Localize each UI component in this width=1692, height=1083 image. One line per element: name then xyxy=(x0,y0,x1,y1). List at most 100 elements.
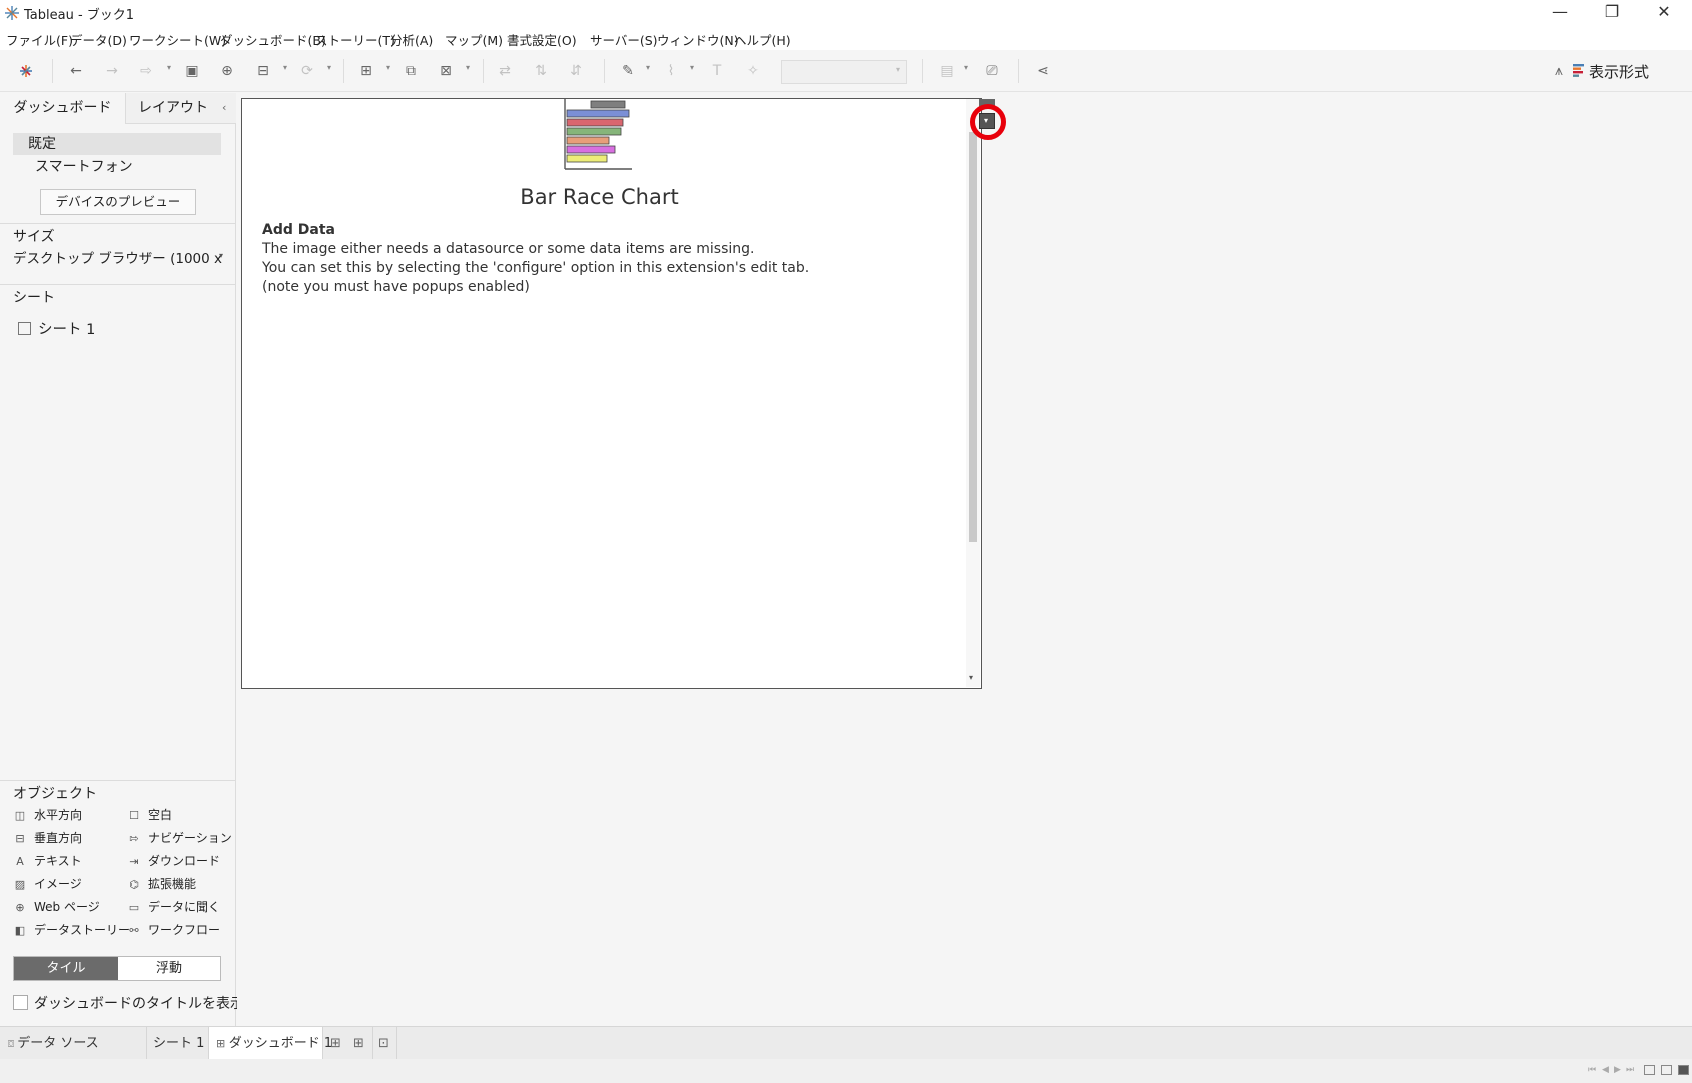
scroll-down-icon[interactable]: ▾ xyxy=(969,673,973,682)
floating-button[interactable]: 浮動 xyxy=(118,957,220,980)
extension-scrollbar[interactable]: ▾ xyxy=(966,99,980,687)
redo-icon[interactable]: → xyxy=(103,62,121,80)
message-line: You can set this by selecting the 'confi… xyxy=(262,260,810,276)
blank-icon: ☐ xyxy=(129,809,139,822)
last-sheet-icon[interactable]: ⏭ xyxy=(1626,1065,1634,1075)
tableau-home-icon[interactable] xyxy=(17,62,35,80)
new-dashboard-tab-icon[interactable]: ⊞ xyxy=(353,1027,364,1060)
new-datasource-icon[interactable]: ⊕ xyxy=(218,62,236,80)
object-text[interactable]: A テキスト xyxy=(14,852,81,869)
tab-data-source[interactable]: ⌼ データ ソース xyxy=(8,1027,146,1060)
sort-ascending-icon[interactable]: ⇅ xyxy=(532,62,550,80)
swap-icon[interactable]: ⇄ xyxy=(496,62,514,80)
restore-button[interactable]: ❐ xyxy=(1586,0,1638,26)
menu-server[interactable]: サーバー(S) xyxy=(590,30,658,49)
device-default[interactable]: 既定 xyxy=(13,133,221,155)
highlight-icon[interactable]: ✎ xyxy=(619,62,637,80)
group-icon[interactable]: ⌇ xyxy=(662,62,680,80)
tab-separator xyxy=(146,1027,147,1060)
menu-help[interactable]: ヘルプ(H) xyxy=(734,30,791,49)
object-workflow[interactable]: ⚯ ワークフロー xyxy=(128,921,220,938)
tab-dashboard[interactable]: ダッシュボード xyxy=(0,93,126,124)
menu-story[interactable]: ストーリー(T) xyxy=(315,30,395,49)
sort-descending-icon[interactable]: ⇵ xyxy=(567,62,585,80)
replay-caret-icon[interactable]: ▾ xyxy=(167,63,171,72)
new-worksheet-icon[interactable]: ⊞ xyxy=(357,62,375,80)
show-title-checkbox[interactable]: ダッシュボードのタイトルを表示 xyxy=(13,993,244,1013)
sheet-item-label: シート 1 xyxy=(38,322,96,338)
first-sheet-icon[interactable]: ⏮ xyxy=(1588,1065,1596,1075)
object-navigation[interactable]: ⇰ ナビゲーション xyxy=(128,829,231,846)
sheets-title: シート xyxy=(13,290,55,306)
tab-layout[interactable]: レイアウト xyxy=(126,93,236,124)
menu-worksheet[interactable]: ワークシート(W) xyxy=(129,30,226,49)
show-sheet-sorter-icon[interactable] xyxy=(1678,1065,1689,1075)
object-ask-data[interactable]: ▭ データに聞く xyxy=(128,898,220,915)
close-button[interactable]: ✕ xyxy=(1638,0,1690,26)
menu-format[interactable]: 書式設定(O) xyxy=(507,30,577,49)
show-cards-caret-icon[interactable]: ▾ xyxy=(964,63,968,72)
show-tabs-icon[interactable] xyxy=(1661,1065,1672,1075)
new-worksheet-caret-icon[interactable]: ▾ xyxy=(386,63,390,72)
tab-sheet-1[interactable]: シート 1 xyxy=(153,1027,204,1060)
menu-window[interactable]: ウィンドウ(N) xyxy=(657,30,739,49)
show-filmstrip-icon[interactable] xyxy=(1644,1065,1655,1075)
new-worksheet-tab-icon[interactable]: ⊞ xyxy=(330,1027,341,1060)
size-dropdown[interactable]: デスクトップ ブラウザー (1000 x 8… ▾ xyxy=(13,247,223,267)
menu-map[interactable]: マップ(M) xyxy=(445,30,503,49)
clear-caret-icon[interactable]: ▾ xyxy=(466,63,470,72)
new-story-tab-icon[interactable]: ⊡ xyxy=(378,1027,389,1060)
previous-sheet-icon[interactable]: ◀ xyxy=(1602,1065,1609,1075)
collapse-panel-icon[interactable]: ‹ xyxy=(222,101,226,114)
object-label: ダウンロード xyxy=(148,854,221,868)
object-vertical[interactable]: ⊟ 垂直方向 xyxy=(14,829,82,846)
minimize-button[interactable]: — xyxy=(1534,0,1586,26)
refresh-icon[interactable]: ⟳ xyxy=(298,62,316,80)
tab-dashboard-1[interactable]: ⊞ ダッシュボード 1 xyxy=(208,1027,332,1060)
object-label: Web ページ xyxy=(34,900,100,914)
pin-icon[interactable]: ✧ xyxy=(744,62,762,80)
highlight-caret-icon[interactable]: ▾ xyxy=(646,63,650,72)
replay-icon[interactable]: ⇨ xyxy=(137,62,155,80)
pause-caret-icon[interactable]: ▾ xyxy=(283,63,287,72)
menu-file[interactable]: ファイル(F) xyxy=(6,30,73,49)
object-horizontal[interactable]: ◫ 水平方向 xyxy=(14,806,82,823)
fit-dropdown[interactable]: ▾ xyxy=(781,60,907,84)
filter-binoculars-icon[interactable]: ⩚ xyxy=(1550,62,1568,80)
sheet-tab-bar: ⌼ データ ソース シート 1 ⊞ ダッシュボード 1 ⊞ ⊞ ⊡ xyxy=(0,1026,1692,1060)
undo-icon[interactable]: ← xyxy=(67,62,85,80)
object-blank[interactable]: ☐ 空白 xyxy=(128,806,172,823)
presentation-mode-icon[interactable]: ⎚ xyxy=(983,62,1001,80)
toolbar: ← → ⇨ ▾ ▣ ⊕ ⊟ ▾ ⟳ ▾ ⊞ ▾ ⧉ ⊠ ▾ ⇄ ⇅ ⇵ ✎ ▾ … xyxy=(0,50,1692,92)
object-data-story[interactable]: ◧ データストーリー xyxy=(14,921,130,938)
show-cards-icon[interactable]: ▤ xyxy=(938,62,956,80)
clear-sheet-icon[interactable]: ⊠ xyxy=(437,62,455,80)
object-label: 空白 xyxy=(148,808,173,822)
next-sheet-icon[interactable]: ▶ xyxy=(1614,1065,1621,1075)
device-preview-button[interactable]: デバイスのプレビュー xyxy=(40,189,196,215)
object-image[interactable]: ▨ イメージ xyxy=(14,875,82,892)
menu-dashboard[interactable]: ダッシュボード(B) xyxy=(220,30,326,49)
labels-icon[interactable]: T xyxy=(708,62,726,80)
object-web-page[interactable]: ⊕ Web ページ xyxy=(14,898,100,915)
device-phone[interactable]: スマートフォン xyxy=(13,156,221,178)
duplicate-icon[interactable]: ⧉ xyxy=(402,62,420,80)
divider xyxy=(0,223,236,224)
tiled-button[interactable]: タイル xyxy=(14,957,118,980)
menu-analysis[interactable]: 分析(A) xyxy=(390,30,433,49)
group-caret-icon[interactable]: ▾ xyxy=(690,63,694,72)
toolbar-separator xyxy=(343,59,344,83)
object-extension[interactable]: ⌬ 拡張機能 xyxy=(128,875,196,892)
show-me-button[interactable]: 表示形式 xyxy=(1573,61,1649,82)
bar-race-extension[interactable]: Bar Race Chart Add Data The image either… xyxy=(241,98,982,689)
object-download[interactable]: ⇥ ダウンロード xyxy=(128,852,220,869)
menu-data[interactable]: データ(D) xyxy=(70,30,127,49)
save-icon[interactable]: ▣ xyxy=(183,62,201,80)
refresh-caret-icon[interactable]: ▾ xyxy=(327,63,331,72)
tab-separator xyxy=(372,1027,373,1060)
tab-data-source-label: データ ソース xyxy=(17,1036,99,1051)
share-icon[interactable]: ⋖ xyxy=(1034,62,1052,80)
sheet-item[interactable]: シート 1 xyxy=(18,318,95,339)
pause-updates-icon[interactable]: ⊟ xyxy=(254,62,272,80)
scrollbar-thumb[interactable] xyxy=(969,132,977,542)
